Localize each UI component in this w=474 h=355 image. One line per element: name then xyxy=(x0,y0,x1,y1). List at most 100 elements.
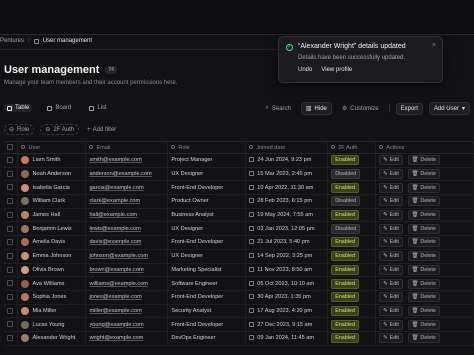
edit-button[interactable]: ✎ Edit xyxy=(379,264,403,275)
add-user-button[interactable]: Add User ▾ xyxy=(428,102,470,115)
row-checkbox[interactable] xyxy=(7,307,13,314)
row-checkbox[interactable] xyxy=(7,252,13,259)
email-link[interactable]: wright@example.com xyxy=(89,335,143,341)
table-row[interactable]: Isabella Garcia garcia@example.com Front… xyxy=(4,180,474,196)
table-row[interactable]: Alexander Wright wright@example.com DevO… xyxy=(4,331,474,346)
tab-board[interactable]: Board xyxy=(44,104,74,112)
table-row[interactable]: James Hall hall@example.com Business Ana… xyxy=(4,208,474,223)
edit-button[interactable]: ✎ Edit xyxy=(379,237,403,248)
email-link[interactable]: anderson@example.com xyxy=(89,171,151,177)
delete-button[interactable]: 🗑 Delete xyxy=(407,278,440,289)
role-filter[interactable]: ⊖ Role xyxy=(4,124,35,135)
email-link[interactable]: young@example.com xyxy=(89,322,143,328)
view-profile-button[interactable]: View profile xyxy=(321,67,352,73)
pencil-icon: ✎ xyxy=(383,239,388,246)
table-row[interactable]: Noah Anderson anderson@example.com UX De… xyxy=(4,167,474,182)
edit-button[interactable]: ✎ Edit xyxy=(379,223,403,234)
delete-button[interactable]: 🗑 Delete xyxy=(407,155,440,166)
header-user[interactable]: User xyxy=(17,141,87,154)
table-row[interactable]: Lucas Young young@example.com Front-End … xyxy=(4,317,474,332)
edit-button[interactable]: ✎ Edit xyxy=(379,182,403,193)
edit-button[interactable]: ✎ Edit xyxy=(379,169,403,180)
header-email[interactable]: Email xyxy=(85,141,169,154)
edit-button[interactable]: ✎ Edit xyxy=(379,251,403,262)
hide-button[interactable]: ▥ Hide xyxy=(300,102,332,115)
email-link[interactable]: smith@example.com xyxy=(89,157,141,163)
table-row[interactable]: Sophia Jones jones@example.com Front-End… xyxy=(4,290,474,305)
row-select-cell xyxy=(4,194,19,209)
undo-button[interactable]: Undo xyxy=(298,67,312,73)
search-button[interactable]: ⌕ Search xyxy=(261,103,294,114)
delete-button[interactable]: 🗑 Delete xyxy=(407,210,440,221)
header-twofa[interactable]: 2F Auth xyxy=(327,141,377,154)
row-checkbox[interactable] xyxy=(7,321,13,328)
customize-button[interactable]: ⚙ Customize xyxy=(338,103,383,114)
breadcrumb-parent[interactable]: Pentures xyxy=(0,38,24,44)
row-checkbox[interactable] xyxy=(7,335,13,342)
row-checkbox[interactable] xyxy=(7,280,13,287)
row-checkbox[interactable] xyxy=(7,198,13,205)
table-row[interactable]: Emma Johnson johnson@example.com UX Desi… xyxy=(4,249,474,264)
row-checkbox[interactable] xyxy=(7,211,13,218)
delete-button[interactable]: 🗑 Delete xyxy=(407,237,440,248)
add-filter-button[interactable]: + Add filter xyxy=(85,124,118,135)
edit-button[interactable]: ✎ Edit xyxy=(379,196,403,207)
tab-list[interactable]: List xyxy=(86,104,109,112)
email-link[interactable]: clark@example.com xyxy=(89,198,140,204)
role-cell: Product Owner xyxy=(167,194,247,209)
email-link[interactable]: hall@example.com xyxy=(89,212,137,218)
email-link[interactable]: davis@example.com xyxy=(89,239,141,245)
select-all-checkbox[interactable] xyxy=(7,144,13,151)
delete-button[interactable]: 🗑 Delete xyxy=(407,264,440,275)
close-icon[interactable]: × xyxy=(432,42,436,49)
table-row[interactable]: Olivia Brown brown@example.com Marketing… xyxy=(4,263,474,278)
role-cell: Business Analyst xyxy=(167,208,247,223)
edit-button[interactable]: ✎ Edit xyxy=(379,210,403,221)
table-row[interactable]: Mia Miller miller@example.com Security A… xyxy=(4,304,474,319)
delete-button[interactable]: 🗑 Delete xyxy=(407,169,440,180)
email-cell: davis@example.com xyxy=(85,235,169,250)
email-link[interactable]: brown@example.com xyxy=(89,267,143,273)
edit-button[interactable]: ✎ Edit xyxy=(379,333,403,344)
email-link[interactable]: miller@example.com xyxy=(89,308,141,314)
status-badge: Enabled xyxy=(331,305,359,316)
table-row[interactable]: Benjamin Lewis lewis@example.com UX Desi… xyxy=(4,221,474,237)
delete-button[interactable]: 🗑 Delete xyxy=(407,251,440,262)
row-checkbox[interactable] xyxy=(7,157,13,164)
grid-icon xyxy=(33,38,39,44)
row-checkbox[interactable] xyxy=(7,239,13,246)
delete-button[interactable]: 🗑 Delete xyxy=(407,305,440,316)
email-link[interactable]: johnson@example.com xyxy=(89,253,148,259)
edit-button[interactable]: ✎ Edit xyxy=(379,155,403,166)
twofa-filter[interactable]: ⊖ 2F Auth xyxy=(40,124,80,135)
delete-button[interactable]: 🗑 Delete xyxy=(407,196,440,207)
delete-button[interactable]: 🗑 Delete xyxy=(407,182,440,193)
delete-button[interactable]: 🗑 Delete xyxy=(407,292,440,303)
email-link[interactable]: williams@example.com xyxy=(89,281,148,287)
delete-button[interactable]: 🗑 Delete xyxy=(407,333,440,344)
export-button[interactable]: Export xyxy=(395,102,423,115)
header-role[interactable]: Role xyxy=(167,141,247,154)
table-row[interactable]: Amelia Davis davis@example.com Front-End… xyxy=(4,235,474,250)
table-row[interactable]: Liam Smith smith@example.com Project Man… xyxy=(4,153,474,168)
email-link[interactable]: garcia@example.com xyxy=(89,185,143,191)
tab-table[interactable]: Table xyxy=(4,104,33,112)
email-link[interactable]: jones@example.com xyxy=(89,294,141,300)
table-row[interactable]: William Clark clark@example.com Product … xyxy=(4,194,474,209)
row-checkbox[interactable] xyxy=(7,184,13,191)
row-checkbox[interactable] xyxy=(7,266,13,273)
header-joined[interactable]: Joined date xyxy=(245,141,329,154)
edit-button[interactable]: ✎ Edit xyxy=(379,305,403,316)
delete-button[interactable]: 🗑 Delete xyxy=(407,319,440,330)
edit-button[interactable]: ✎ Edit xyxy=(379,319,403,330)
joined-date: 30 Apr 2023, 1:35 pm xyxy=(257,294,311,301)
edit-button[interactable]: ✎ Edit xyxy=(379,292,403,303)
row-checkbox[interactable] xyxy=(7,225,13,232)
edit-button[interactable]: ✎ Edit xyxy=(379,278,403,289)
delete-button[interactable]: 🗑 Delete xyxy=(407,223,440,234)
row-checkbox[interactable] xyxy=(7,170,13,177)
email-link[interactable]: lewis@example.com xyxy=(89,226,140,232)
row-checkbox[interactable] xyxy=(7,293,13,300)
table-row[interactable]: Ava Williams williams@example.com Softwa… xyxy=(4,276,474,291)
user-cell: Sophia Jones xyxy=(17,290,87,305)
